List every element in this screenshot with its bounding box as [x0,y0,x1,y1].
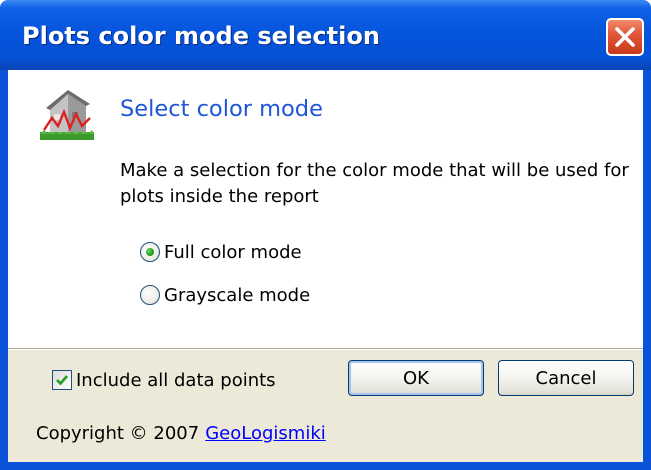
radio-button[interactable] [140,285,160,305]
include-all-checkbox-row[interactable]: Include all data points [52,368,276,392]
ok-button[interactable]: OK [348,360,484,396]
radio-button-selected[interactable] [140,242,160,262]
radio-label: Full color mode [164,241,302,263]
checkmark-icon [56,375,68,386]
radio-label: Grayscale mode [164,284,311,306]
title-bar[interactable]: Plots color mode selection [0,0,651,70]
cancel-button[interactable]: Cancel [498,360,634,396]
window-title: Plots color mode selection [22,22,380,50]
include-all-checkbox[interactable] [52,370,72,390]
close-icon [615,27,635,47]
page-heading: Select color mode [120,96,323,122]
radio-grayscale[interactable]: Grayscale mode [140,283,310,307]
copyright-text: Copyright © 2007 [36,422,200,444]
dialog-client-area: Select color mode Make a selection for t… [8,70,643,462]
company-link[interactable]: GeoLogismiki [205,423,326,444]
house-chart-icon [40,90,94,140]
radio-full-color[interactable]: Full color mode [140,240,302,264]
description-text: Make a selection for the color mode that… [120,160,629,207]
footer: Copyright © 2007 GeoLogismiki [36,420,326,446]
dialog-window: Plots color mode selection Select color … [0,0,651,470]
close-button[interactable] [606,18,644,56]
separator-line [8,348,643,350]
radio-selected-dot [146,248,154,256]
include-all-label: Include all data points [76,369,276,391]
content-panel: Select color mode Make a selection for t… [8,70,643,348]
